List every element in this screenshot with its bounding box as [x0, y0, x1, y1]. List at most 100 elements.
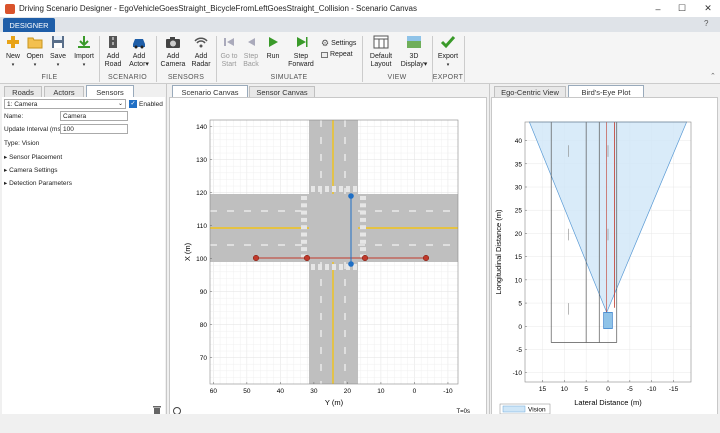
crosswalk-stripe — [353, 186, 357, 192]
step-back-label-1: Step — [243, 53, 259, 60]
go-to-start-label-1: Go to — [220, 53, 238, 60]
export-button[interactable]: Export ▾ — [435, 35, 461, 69]
step-back-button[interactable]: Step Back — [241, 35, 261, 69]
add-road-label-2: Road — [104, 61, 122, 68]
go-to-start-label-2: Start — [221, 61, 237, 68]
step-forward-icon — [297, 37, 308, 47]
splitter-left[interactable] — [166, 84, 167, 414]
collapse-ribbon-icon[interactable]: ⌃ — [710, 72, 716, 80]
birds-eye-panel[interactable]: 15 10 5 0 -5 -10 -15 40 35 30 25 20 15 10 5 0 -5 -10 Lat… — [491, 97, 718, 418]
window-title: Driving Scenario Designer - EgoVehicleGo… — [19, 4, 417, 13]
y-axis-label: Longitudinal Distance (m) — [494, 209, 503, 295]
close-icon[interactable]: ✕ — [696, 0, 720, 17]
crosswalk-stripe — [311, 264, 315, 270]
scenario-canvas[interactable]: 60 50 40 30 20 10 0 -10 140 130 120 110 100 90 80 70 Y… — [169, 97, 487, 418]
sensor-properties-panel: 1: Camera ⌄ ✓ Enabled Name: Camera Updat… — [2, 97, 165, 418]
y-tick-label: 20 — [515, 231, 523, 238]
sensor-select[interactable]: 1: Camera ⌄ — [4, 99, 126, 109]
group-view-label: VIEW — [387, 74, 407, 81]
crosswalk-stripe — [360, 210, 366, 215]
3d-display-button[interactable]: 3D Display▾ — [398, 35, 430, 69]
detection-parameters-label: Detection Parameters — [9, 180, 72, 187]
x-tick-label: 0 — [606, 386, 610, 393]
detection-parameters-section[interactable]: ▸ Detection Parameters — [4, 179, 72, 187]
default-layout-label-2: Layout — [370, 61, 392, 68]
scenario-plot[interactable]: 60 50 40 30 20 10 0 -10 140130120110100908070 Y… — [170, 98, 486, 417]
crosswalk-stripe — [360, 196, 366, 200]
add-actor-label-1: Add — [132, 53, 146, 60]
update-interval-field[interactable]: 100 — [60, 124, 128, 134]
splitter-right[interactable] — [489, 84, 490, 414]
go-to-start-button[interactable]: Go to Start — [218, 35, 240, 69]
settings-button[interactable]: ⚙ Settings — [321, 38, 356, 49]
x-axis-label: Y (m) — [325, 398, 344, 407]
add-radar-button[interactable]: Add Radar — [189, 35, 213, 69]
add-actor-button[interactable]: Add Actor▾ — [126, 35, 152, 69]
default-layout-label-1: Default — [369, 53, 393, 60]
x-tick-label: -15 — [669, 386, 679, 393]
camera-settings-label: Camera Settings — [9, 167, 58, 174]
crosswalk-stripe — [332, 264, 336, 270]
sensor-placement-section[interactable]: ▸ Sensor Placement — [4, 153, 62, 161]
add-actor-label-2: Actor — [129, 61, 146, 68]
group-export-label: EXPORT — [432, 74, 464, 81]
ribbon: New ▾ Open ▾ Save ▾ Import ▾ FILE Add Road A… — [0, 32, 720, 84]
maximize-icon[interactable]: ☐ — [670, 0, 694, 17]
ribbon-divider — [464, 36, 465, 82]
status-bar — [0, 414, 720, 433]
crosswalk-stripe — [311, 186, 315, 192]
layout-icon — [373, 35, 389, 49]
step-forward-label-1: Step — [293, 53, 309, 60]
ribbon-tabstrip: DESIGNER ? — [0, 17, 720, 32]
gear-icon: ⚙ — [321, 38, 330, 48]
legend: Vision — [499, 403, 551, 415]
import-icon — [78, 36, 90, 48]
camera-settings-section[interactable]: ▸ Camera Settings — [4, 166, 58, 174]
crosswalk-stripe — [325, 264, 329, 270]
repeat-label: Repeat — [330, 51, 353, 58]
repeat-toggle[interactable]: Repeat — [321, 51, 353, 58]
import-button[interactable]: Import ▾ — [71, 35, 97, 69]
add-road-button[interactable]: Add Road — [102, 35, 124, 69]
y-tick-label: 130 — [196, 157, 207, 164]
step-back-icon — [248, 38, 255, 46]
crosswalk-stripe — [360, 225, 366, 230]
crosswalk-stripe — [301, 232, 307, 237]
save-button[interactable]: Save ▾ — [48, 35, 68, 69]
step-back-label-2: Back — [243, 61, 259, 68]
minimize-icon[interactable]: – — [646, 0, 670, 17]
birds-eye-plot[interactable]: 15 10 5 0 -5 -10 -15 40 35 30 25 20 15 10 5 0 -5 -10 Lat… — [492, 98, 717, 417]
add-radar-label-2: Radar — [191, 61, 211, 68]
crosswalk-stripe — [301, 203, 307, 208]
camera-icon — [166, 37, 180, 48]
bicycle-waypoint — [361, 254, 369, 262]
title-bar: Driving Scenario Designer - EgoVehicleGo… — [0, 0, 720, 17]
name-field[interactable]: Camera — [60, 111, 128, 121]
enabled-checkbox[interactable]: ✓ Enabled — [129, 100, 163, 108]
x-tick-label: 40 — [277, 388, 285, 395]
y-tick-label: 110 — [197, 223, 208, 230]
sensor-placement-label: Sensor Placement — [9, 154, 63, 161]
folder-icon — [27, 37, 43, 49]
chevron-down-icon: ⌄ — [117, 101, 123, 107]
y-tick-label: 30 — [515, 185, 523, 192]
help-icon[interactable]: ? — [704, 19, 708, 28]
open-button[interactable]: Open ▾ — [25, 35, 45, 69]
sensor-type-label: Type: Vision — [4, 140, 40, 147]
tab-designer[interactable]: DESIGNER — [3, 18, 55, 32]
crosswalk-stripe — [332, 186, 336, 192]
new-button[interactable]: New ▾ — [4, 35, 22, 69]
step-forward-label-2: Forward — [288, 61, 314, 68]
run-button[interactable]: Run — [263, 35, 283, 61]
crosswalk-stripe — [301, 196, 307, 200]
skip-back-icon — [224, 38, 234, 46]
update-interval-label: Update Interval (ms): — [4, 126, 65, 133]
step-forward-button[interactable]: Step Forward — [286, 35, 316, 69]
x-tick-label: 50 — [243, 388, 251, 395]
add-camera-button[interactable]: Add Camera — [159, 35, 187, 69]
ego-vehicle — [603, 312, 613, 329]
enabled-label: Enabled — [139, 100, 163, 108]
y-tick-label: 100 — [196, 256, 207, 263]
default-layout-button[interactable]: Default Layout — [366, 35, 396, 69]
y-tick-label: 80 — [200, 322, 208, 329]
